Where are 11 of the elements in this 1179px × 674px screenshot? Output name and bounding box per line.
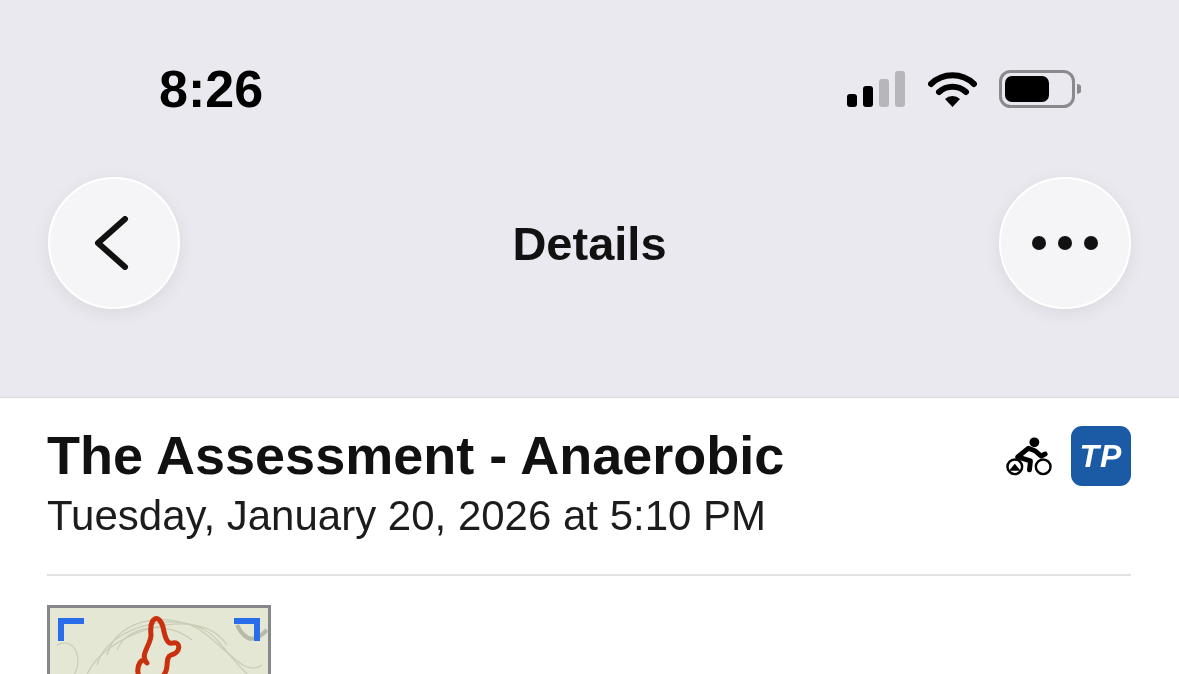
wifi-icon	[928, 71, 977, 107]
workout-date: Tuesday, January 20, 2026 at 5:10 PM	[47, 491, 768, 541]
workout-title: The Assessment - Anaerobic	[47, 424, 785, 486]
ellipsis-icon	[1032, 236, 1098, 250]
app-logo: TP	[1071, 426, 1131, 486]
cyclist-icon	[1005, 436, 1052, 476]
status-time: 8:26	[159, 60, 264, 118]
battery-icon	[999, 70, 1081, 108]
nav-title: Details	[512, 215, 667, 271]
signal-icon	[847, 71, 906, 107]
back-chevron-icon	[93, 216, 129, 270]
